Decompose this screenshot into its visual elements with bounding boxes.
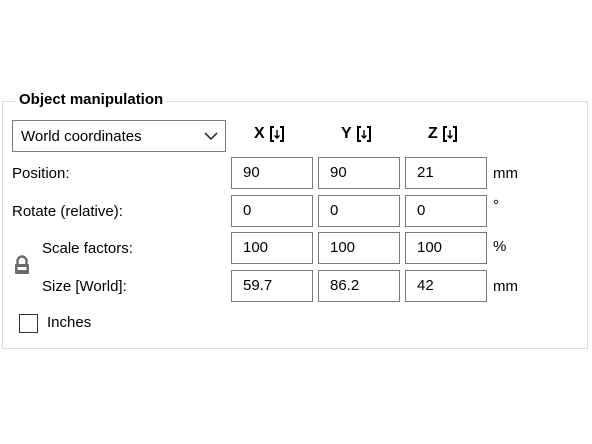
- rotate-unit: °: [493, 197, 499, 214]
- drop-to-bed-icon[interactable]: [356, 126, 371, 142]
- axis-label-x: X: [254, 125, 265, 142]
- axis-header-x: X: [254, 125, 284, 143]
- axis-label-z: Z: [428, 125, 438, 142]
- size-label: Size [World]:: [42, 278, 127, 295]
- size-x-input[interactable]: 59.7: [231, 270, 313, 302]
- inches-checkbox[interactable]: [19, 314, 38, 333]
- coordinate-system-value: World coordinates: [21, 128, 142, 145]
- lock-icon[interactable]: [13, 254, 31, 276]
- size-unit: mm: [493, 278, 518, 295]
- rotate-x-input[interactable]: 0: [231, 195, 313, 227]
- size-y-input[interactable]: 86.2: [318, 270, 400, 302]
- position-z-input[interactable]: 21: [405, 157, 487, 189]
- axis-header-y: Y: [341, 125, 371, 143]
- position-label: Position:: [12, 165, 70, 182]
- position-y-input[interactable]: 90: [318, 157, 400, 189]
- scale-label: Scale factors:: [42, 240, 133, 257]
- drop-to-bed-icon[interactable]: [269, 126, 284, 142]
- size-z-input[interactable]: 42: [405, 270, 487, 302]
- rotate-y-input[interactable]: 0: [318, 195, 400, 227]
- chevron-down-icon: [204, 132, 218, 141]
- coordinate-system-dropdown[interactable]: World coordinates: [12, 120, 226, 152]
- position-unit: mm: [493, 165, 518, 182]
- scale-x-input[interactable]: 100: [231, 232, 313, 264]
- scale-unit: %: [493, 238, 507, 255]
- group-title: Object manipulation: [16, 91, 167, 108]
- axis-label-y: Y: [341, 125, 352, 142]
- rotate-z-input[interactable]: 0: [405, 195, 487, 227]
- scale-y-input[interactable]: 100: [318, 232, 400, 264]
- rotate-label: Rotate (relative):: [12, 203, 123, 220]
- axis-header-z: Z: [428, 125, 457, 143]
- drop-to-bed-icon[interactable]: [442, 126, 457, 142]
- position-x-input[interactable]: 90: [231, 157, 313, 189]
- scale-z-input[interactable]: 100: [405, 232, 487, 264]
- inches-label: Inches: [47, 314, 92, 331]
